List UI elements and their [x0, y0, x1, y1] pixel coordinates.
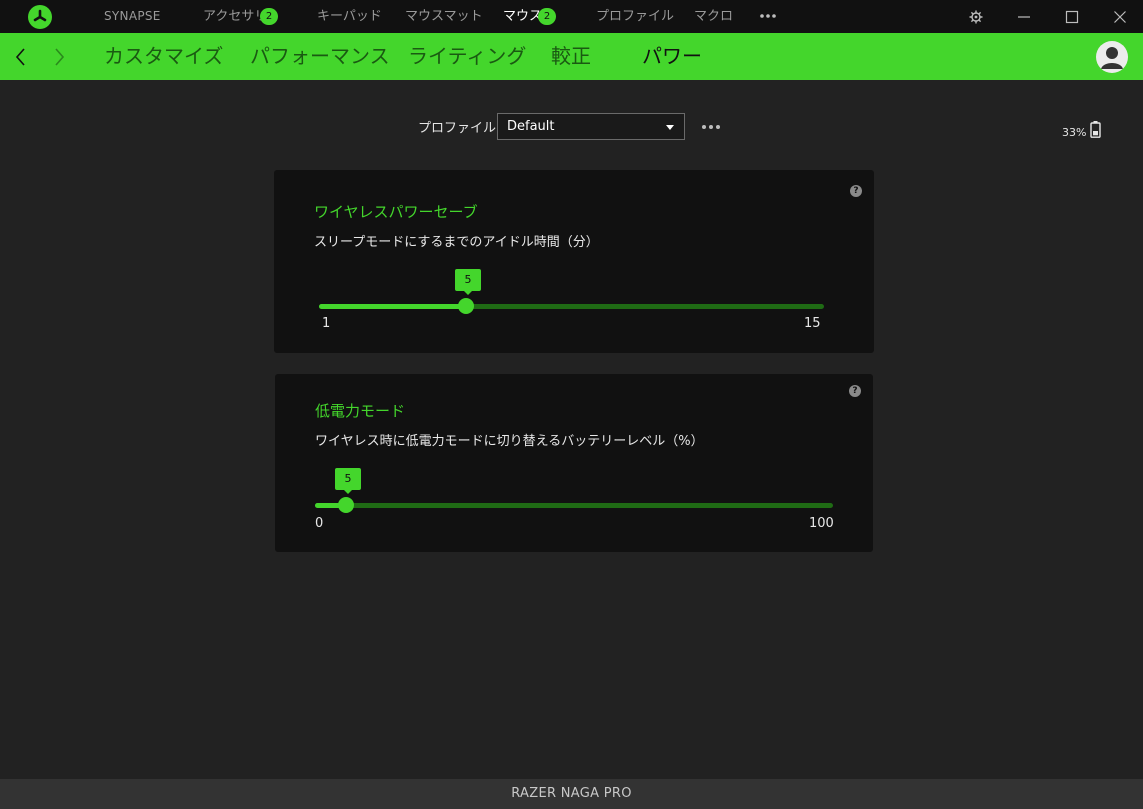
- nav-accessories-label: アクセサリ: [203, 9, 268, 24]
- slider-min-label: 0: [315, 516, 324, 531]
- tab-performance-label: パフォーマンス: [250, 44, 390, 68]
- more-horizontal-icon[interactable]: [752, 0, 782, 33]
- tab-performance[interactable]: パフォーマンス: [250, 33, 390, 80]
- card-description: ワイヤレス時に低電力モードに切り替えるバッテリーレベル（%）: [315, 434, 704, 449]
- battery-percentage: 33%: [1062, 126, 1087, 139]
- slider-max-label: 15: [804, 316, 821, 331]
- tab-customize-label: カスタマイズ: [104, 44, 224, 68]
- nav-mouse[interactable]: マウス: [503, 0, 542, 33]
- tab-calibration[interactable]: 較正: [551, 33, 591, 80]
- chevron-left-icon[interactable]: [10, 42, 32, 72]
- tab-power-label: パワー: [642, 44, 702, 68]
- nav-accessories[interactable]: アクセサリ: [203, 0, 267, 33]
- tab-lighting-label: ライティング: [408, 44, 527, 68]
- device-name: RAZER NAGA PRO: [511, 786, 632, 801]
- razer-logo-icon[interactable]: [28, 5, 52, 29]
- profile-dropdown[interactable]: Default: [497, 113, 685, 140]
- nav-mouse-badge: 2: [538, 8, 556, 25]
- slider-min-label: 1: [322, 316, 331, 331]
- tab-customize[interactable]: カスタマイズ: [104, 33, 223, 80]
- nav-profiles-label: プロファイル: [596, 9, 675, 24]
- slider-max-label: 100: [809, 516, 834, 531]
- nav-keypad-label: キーパッド: [317, 9, 382, 24]
- nav-macro-label: マクロ: [694, 9, 734, 24]
- card-description: スリープモードにするまでのアイドル時間（分）: [314, 235, 599, 250]
- profile-more-icon[interactable]: [702, 118, 720, 134]
- nav-accessories-badge: 2: [260, 8, 278, 25]
- device-footer: RAZER NAGA PRO: [0, 779, 1143, 809]
- slider-value-tooltip: 5: [335, 468, 361, 494]
- gear-icon[interactable]: [960, 0, 990, 33]
- minimize-icon[interactable]: [1008, 0, 1038, 33]
- maximize-icon[interactable]: [1056, 0, 1086, 33]
- slider-thumb[interactable]: [458, 298, 474, 314]
- nav-synapse[interactable]: SYNAPSE: [104, 0, 161, 33]
- nav-keypad[interactable]: キーパッド: [317, 0, 382, 33]
- tab-lighting[interactable]: ライティング: [408, 33, 526, 80]
- title-bar: SYNAPSE アクセサリ 2 キーパッド マウスマット マウス 2 プロファイ…: [0, 0, 1143, 33]
- profile-label: プロファイル: [418, 121, 497, 136]
- nav-profiles[interactable]: プロファイル: [596, 0, 674, 33]
- user-avatar-icon[interactable]: [1096, 41, 1128, 73]
- slider-track[interactable]: [319, 304, 824, 309]
- profile-dropdown-value: Default: [507, 119, 555, 134]
- slider-value-tooltip: 5: [455, 269, 481, 295]
- card-title: ワイヤレスパワーセーブ: [314, 203, 478, 221]
- card-title: 低電力モード: [315, 402, 406, 420]
- nav-mousemat[interactable]: マウスマット: [405, 0, 483, 33]
- sub-navigation: カスタマイズ パフォーマンス ライティング 較正 パワー: [0, 33, 1143, 80]
- tab-power[interactable]: パワー: [642, 33, 702, 80]
- nav-mouse-label: マウス: [503, 9, 543, 24]
- battery-icon: [1090, 121, 1101, 138]
- nav-macro[interactable]: マクロ: [694, 0, 733, 33]
- close-icon[interactable]: [1104, 0, 1134, 33]
- slider-thumb[interactable]: [338, 497, 354, 513]
- caret-down-icon: [666, 125, 674, 130]
- low-power-mode-card: ? 低電力モード ワイヤレス時に低電力モードに切り替えるバッテリーレベル（%） …: [275, 374, 873, 552]
- nav-mousemat-label: マウスマット: [405, 9, 483, 24]
- tab-calibration-label: 較正: [551, 44, 591, 68]
- wireless-power-save-card: ? ワイヤレスパワーセーブ スリープモードにするまでのアイドル時間（分） 5 1…: [274, 170, 874, 353]
- slider-track[interactable]: [315, 503, 833, 508]
- help-icon[interactable]: ?: [849, 385, 861, 397]
- nav-synapse-label: SYNAPSE: [104, 9, 161, 23]
- help-icon[interactable]: ?: [850, 185, 862, 197]
- chevron-right-icon[interactable]: [48, 42, 70, 72]
- slider-fill: [319, 304, 466, 309]
